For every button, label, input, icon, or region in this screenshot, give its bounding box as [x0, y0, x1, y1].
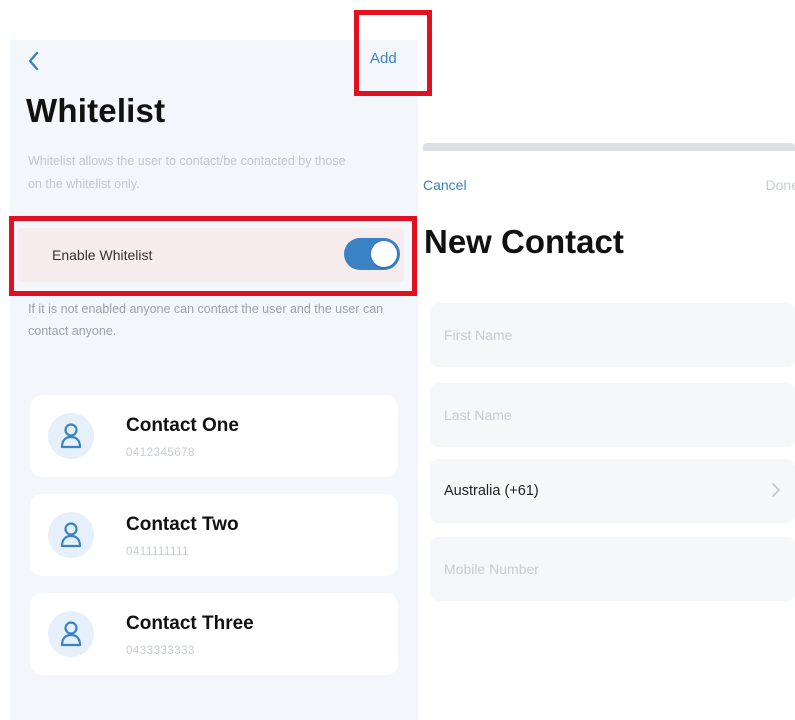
contact-name: Contact Two — [126, 514, 239, 535]
new-contact-screen: Cancel Done New Contact Australia (+61) — [418, 151, 795, 720]
contact-row[interactable]: Contact Three 0433333333 — [30, 593, 398, 675]
last-name-field[interactable] — [430, 383, 795, 447]
contact-row[interactable]: Contact One 0412345678 — [30, 395, 398, 477]
sheet-top-edge — [423, 143, 795, 151]
whitelist-screen: Add Whitelist Whitelist allows the user … — [10, 40, 418, 720]
country-select[interactable]: Australia (+61) — [430, 459, 795, 523]
cancel-button[interactable]: Cancel — [423, 177, 467, 193]
back-button[interactable] — [26, 50, 50, 74]
avatar — [48, 611, 94, 657]
contact-name: Contact One — [126, 415, 239, 436]
done-button[interactable]: Done — [766, 177, 795, 193]
first-name-field[interactable] — [430, 303, 795, 367]
person-icon — [60, 621, 82, 647]
contact-phone: 0411111111 — [126, 546, 189, 558]
toggle-knob — [371, 241, 397, 267]
chevron-left-icon — [28, 51, 39, 71]
avatar — [48, 413, 94, 459]
contact-name: Contact Three — [126, 613, 254, 634]
new-contact-title: New Contact — [424, 223, 624, 260]
whitelist-description: Whitelist allows the user to contact/be … — [28, 154, 346, 191]
contact-phone: 0433333333 — [126, 645, 195, 657]
first-name-field-container — [430, 303, 795, 367]
avatar — [48, 512, 94, 558]
person-icon — [60, 423, 82, 449]
whitelist-hint: If it is not enabled anyone can contact … — [28, 302, 384, 338]
country-value: Australia (+61) — [444, 483, 539, 499]
enable-whitelist-toggle[interactable] — [344, 238, 400, 270]
contact-row[interactable]: Contact Two 0411111111 — [30, 494, 398, 576]
contact-phone: 0412345678 — [126, 447, 195, 459]
enable-whitelist-row: Enable Whitelist — [18, 228, 404, 282]
person-icon — [60, 522, 82, 548]
mobile-number-field-container — [430, 537, 795, 601]
add-button[interactable]: Add — [370, 50, 397, 67]
chevron-right-icon — [772, 483, 780, 497]
page-title: Whitelist — [26, 92, 166, 129]
mobile-number-field[interactable] — [430, 537, 795, 601]
enable-whitelist-label: Enable Whitelist — [52, 247, 153, 263]
last-name-field-container — [430, 383, 795, 447]
